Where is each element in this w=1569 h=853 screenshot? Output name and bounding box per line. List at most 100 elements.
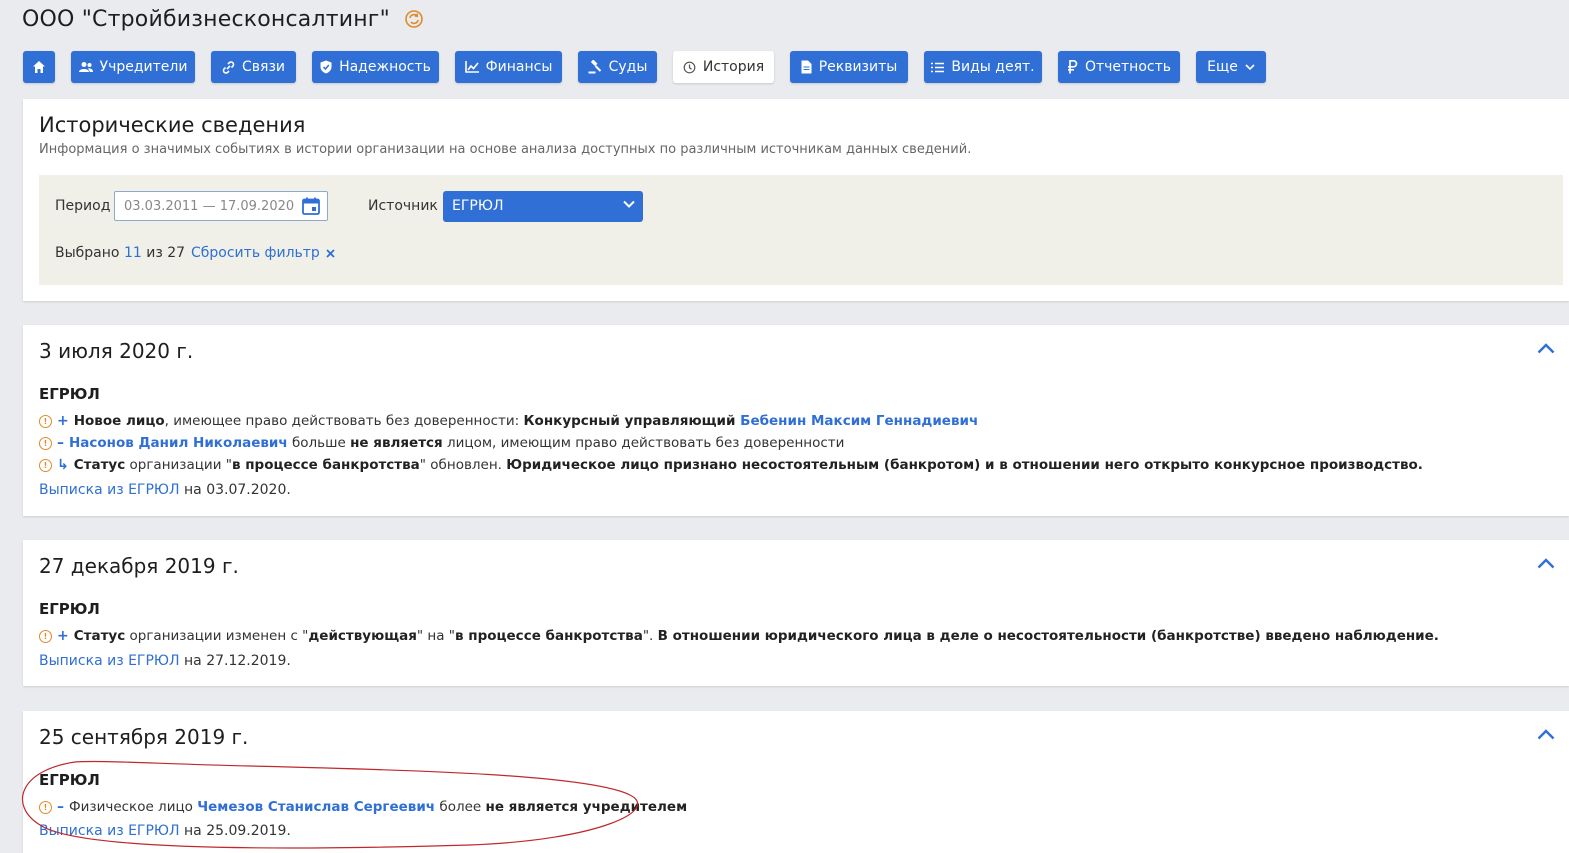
shield-icon xyxy=(320,60,332,74)
change-mark: – xyxy=(57,435,64,451)
selected-total: 27 xyxy=(167,245,186,261)
gavel-icon xyxy=(588,60,601,74)
history-icon xyxy=(683,61,696,73)
nav-label: Отчетность xyxy=(1084,59,1172,75)
nav-requisites-button[interactable]: Реквизиты xyxy=(790,51,908,83)
event-source: ЕГРЮЛ xyxy=(39,771,100,789)
extract-date: на 25.09.2019. xyxy=(184,823,291,839)
nav-home-button[interactable] xyxy=(23,51,55,83)
nav-finance-button[interactable]: Финансы xyxy=(455,51,562,83)
event-item: ! + Статус организации изменен с "действую… xyxy=(39,628,1439,644)
event-text-run: не является учредителем xyxy=(485,799,688,815)
reset-filter-label: Сбросить фильтр xyxy=(191,245,320,261)
event-text: Насонов Данил Николаевич больше не являе… xyxy=(69,435,844,451)
period-value: 03.03.2011 — 17.09.2020 xyxy=(124,199,295,214)
change-mark: + xyxy=(57,628,69,644)
source-value: ЕГРЮЛ xyxy=(452,198,504,214)
event-date: 27 декабря 2019 г. xyxy=(39,554,239,578)
event-item: ! – Насонов Данил Николаевич больше не явл… xyxy=(39,435,844,451)
event-text-run: , имеющее право действовать без доверенн… xyxy=(164,413,524,429)
nav-activities-button[interactable]: Виды деят. xyxy=(924,51,1042,83)
event-text-run: действующая xyxy=(308,628,417,644)
ruble-icon xyxy=(1067,60,1078,74)
event-text-run: организации " xyxy=(125,457,232,473)
event-text-run: ". xyxy=(642,628,658,644)
selected-prefix: Выбрано xyxy=(55,245,120,261)
source-label: Источник xyxy=(368,198,438,214)
warning-icon: ! xyxy=(39,414,52,428)
list-icon xyxy=(931,62,945,72)
change-mark: ↳ xyxy=(57,457,69,473)
page-title: Исторические сведения xyxy=(39,113,306,137)
chevron-down-icon xyxy=(623,200,635,208)
company-name: ООО "Стройбизнесконсалтинг" xyxy=(22,6,390,32)
event-item: ! + Новое лицо, имеющее право действовать … xyxy=(39,413,978,429)
nav-founders-button[interactable]: Учредители xyxy=(71,51,195,83)
nav-reliability-button[interactable]: Надежность xyxy=(312,51,439,83)
event-text-run: больше xyxy=(287,435,351,451)
event-text: Физическое лицо Чемезов Станислав Сергее… xyxy=(69,799,687,815)
link-icon xyxy=(222,60,235,74)
event-text-run: Статус xyxy=(73,457,126,473)
event-text-run: Статус xyxy=(73,628,126,644)
nav-label: Еще xyxy=(1207,59,1238,75)
event-text-run: лицом, имеющим право действовать без дов… xyxy=(442,435,845,451)
event-source: ЕГРЮЛ xyxy=(39,600,100,618)
selected-sep: из xyxy=(146,245,163,261)
calendar-icon[interactable] xyxy=(301,196,321,216)
nav-label: Финансы xyxy=(485,59,553,75)
nav-label: Реквизиты xyxy=(818,59,898,75)
period-label: Период xyxy=(55,198,111,214)
warning-icon: ! xyxy=(39,629,52,643)
event-card: 27 декабря 2019 г. ЕГРЮЛ ! + Статус органи… xyxy=(23,540,1569,686)
warning-icon: ! xyxy=(39,458,52,472)
nav-label: Учредители xyxy=(99,59,188,75)
event-text-run: не является xyxy=(350,435,443,451)
extract-link[interactable]: Выписка из ЕГРЮЛ xyxy=(39,482,180,498)
person-link[interactable]: Насонов Данил Николаевич xyxy=(69,435,288,451)
users-icon xyxy=(78,62,93,72)
source-select[interactable]: ЕГРЮЛ xyxy=(443,191,643,222)
extract-link[interactable]: Выписка из ЕГРЮЛ xyxy=(39,653,180,669)
event-text-run: Юридическое лицо признано несостоятельны… xyxy=(506,457,1423,473)
filter-panel: Период 03.03.2011 — 17.09.2020 Источник … xyxy=(39,175,1563,285)
selected-count: Выбрано 11 из 27 xyxy=(55,245,185,261)
chevron-down-icon xyxy=(1245,64,1255,70)
reset-filter-link[interactable]: Сбросить фильтр xyxy=(191,245,335,261)
warning-icon: ! xyxy=(39,436,52,450)
nav-more-button[interactable]: Еще xyxy=(1196,51,1266,83)
nav-label: Суды xyxy=(608,59,648,75)
event-text: Статус организации изменен с "действующа… xyxy=(74,628,1439,644)
event-text-run: Физическое лицо xyxy=(69,799,198,815)
nav-links-button[interactable]: Связи xyxy=(211,51,296,83)
sync-icon[interactable] xyxy=(404,9,424,29)
change-mark: – xyxy=(57,799,64,815)
person-link[interactable]: Чемезов Станислав Сергеевич xyxy=(197,799,435,815)
event-text-run: " на " xyxy=(416,628,456,644)
period-input[interactable]: 03.03.2011 — 17.09.2020 xyxy=(114,191,328,221)
nav-history-tab[interactable]: История xyxy=(673,51,774,83)
event-text-run: организации изменен с " xyxy=(125,628,309,644)
extract-line: Выписка из ЕГРЮЛ на 03.07.2020. xyxy=(39,482,291,498)
chevron-up-icon[interactable] xyxy=(1537,558,1555,569)
selected-number: 11 xyxy=(123,245,142,261)
extract-date: на 27.12.2019. xyxy=(184,653,291,669)
chevron-up-icon[interactable] xyxy=(1537,343,1555,354)
nav-reports-button[interactable]: Отчетность xyxy=(1058,51,1180,83)
close-icon xyxy=(326,248,335,258)
chevron-up-icon[interactable] xyxy=(1537,729,1555,740)
title-row: ООО "Стройбизнесконсалтинг" xyxy=(22,4,424,34)
event-text-run: в процессе банкротства xyxy=(231,457,420,473)
document-icon xyxy=(801,60,812,74)
event-card: 3 июля 2020 г. ЕГРЮЛ ! + Новое лицо, имеющ… xyxy=(23,325,1569,516)
nav-courts-button[interactable]: Суды xyxy=(578,51,657,83)
extract-date: на 03.07.2020. xyxy=(184,482,291,498)
event-text: Статус организации "в процессе банкротст… xyxy=(74,457,1423,473)
event-text-run: Новое лицо xyxy=(73,413,165,429)
extract-link[interactable]: Выписка из ЕГРЮЛ xyxy=(39,823,180,839)
extract-line: Выписка из ЕГРЮЛ на 27.12.2019. xyxy=(39,653,291,669)
chart-icon xyxy=(464,61,479,73)
event-date: 3 июля 2020 г. xyxy=(39,339,194,363)
person-link[interactable]: Бебенин Максим Геннадиевич xyxy=(740,413,978,429)
event-item: ! ↳ Статус организации "в процессе банкрот… xyxy=(39,457,1423,473)
